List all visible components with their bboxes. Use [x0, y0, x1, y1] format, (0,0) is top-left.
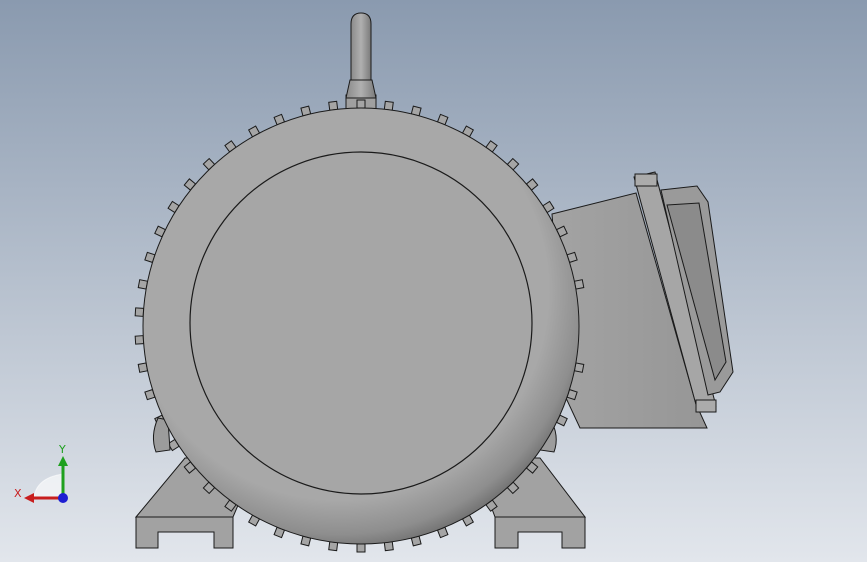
xy-plane-icon: [33, 473, 64, 499]
cooling-fin: [356, 99, 366, 109]
lifting-eye-icon: [345, 12, 377, 110]
y-axis-head-icon: [58, 456, 68, 466]
cooling-fin: [134, 307, 145, 317]
cooling-fin: [134, 335, 145, 345]
motor-model[interactable]: [0, 0, 867, 562]
end-cover-icon: [189, 151, 533, 495]
x-axis-head-icon: [24, 493, 34, 503]
orientation-triad[interactable]: Y X: [14, 442, 76, 508]
y-axis-label: Y: [58, 443, 66, 456]
x-axis-label: X: [14, 487, 22, 500]
cooling-fin: [356, 543, 366, 553]
terminal-box-icon: [551, 171, 734, 429]
z-axis-dot-icon: [58, 493, 68, 503]
graphics-viewport[interactable]: Y X: [0, 0, 867, 562]
